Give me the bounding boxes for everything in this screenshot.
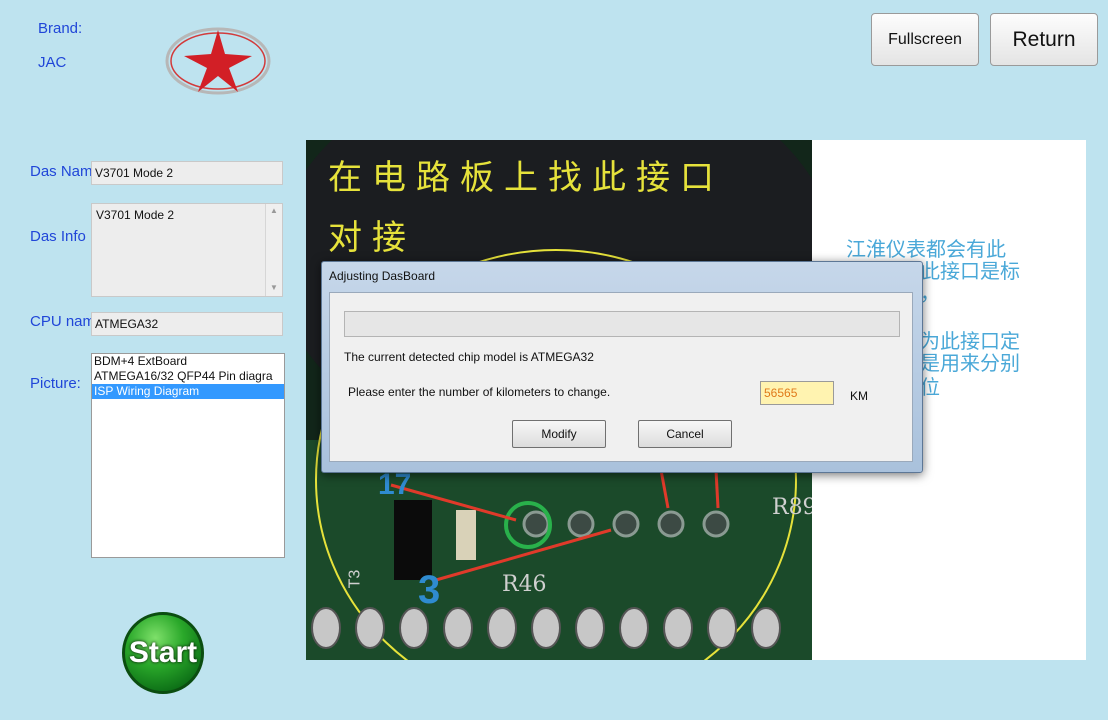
cpu-name-label: CPU nam	[30, 313, 96, 330]
pin-label-r89: R89	[772, 495, 812, 520]
das-info-text: V3701 Mode 2	[96, 208, 175, 222]
start-button[interactable]: Start	[122, 612, 204, 694]
picture-list-item[interactable]: BDM+4 ExtBoard	[92, 354, 284, 369]
fullscreen-button[interactable]: Fullscreen	[871, 13, 979, 66]
pin-label-r46: R46	[502, 572, 547, 597]
jac-logo-icon	[165, 27, 271, 95]
brand-name: JAC	[38, 54, 67, 71]
cpu-name-field[interactable]: ATMEGA32	[91, 312, 283, 336]
modify-button[interactable]: Modify	[512, 420, 606, 448]
scroll-down-icon[interactable]: ▼	[266, 283, 282, 292]
return-button[interactable]: Return	[990, 13, 1098, 66]
pin-label-t3: T3	[346, 569, 364, 589]
km-prompt-text: Please enter the number of kilometers to…	[348, 385, 611, 399]
das-info-textarea[interactable]: V3701 Mode 2 ▲ ▼	[91, 203, 283, 297]
das-info-scrollbar[interactable]: ▲ ▼	[265, 204, 282, 296]
picture-list[interactable]: BDM+4 ExtBoard ATMEGA16/32 QFP44 Pin dia…	[91, 353, 285, 558]
side-note-line: 江淮仪表都会有此	[846, 237, 1006, 261]
side-note-line: 为此接口定	[920, 329, 1020, 353]
picture-list-item-selected[interactable]: ISP Wiring Diagram	[92, 384, 284, 399]
scroll-up-icon[interactable]: ▲	[266, 206, 282, 215]
pin-number-3: 3	[418, 568, 441, 612]
side-note-line: 是用来分别	[920, 351, 1020, 375]
side-note-line: ，	[920, 281, 940, 305]
km-input[interactable]: 56565	[760, 381, 834, 405]
das-name-label: Das Nam	[30, 163, 93, 180]
side-note-line: 此接口是标	[920, 259, 1020, 283]
das-name-field[interactable]: V3701 Mode 2	[91, 161, 283, 185]
picture-label: Picture:	[30, 375, 81, 392]
side-note-line: 位	[920, 375, 940, 399]
picture-list-item[interactable]: ATMEGA16/32 QFP44 Pin diagra	[92, 369, 284, 384]
progress-bar	[344, 311, 900, 337]
cancel-button[interactable]: Cancel	[638, 420, 732, 448]
das-info-label: Das Info	[30, 228, 86, 245]
photo-caption-line2: 对接	[328, 218, 416, 258]
km-unit-label: KM	[850, 389, 868, 403]
photo-caption-line1: 在电路板上找此接口	[328, 158, 724, 198]
detected-chip-text: The current detected chip model is ATMEG…	[344, 350, 594, 364]
dialog-title: Adjusting DasBoard	[329, 269, 436, 283]
pin-number-17: 17	[378, 468, 412, 501]
brand-label: Brand:	[38, 20, 83, 37]
dialog-body: The current detected chip model is ATMEG…	[329, 292, 913, 462]
adjust-dialog: Adjusting DasBoard The current detected …	[321, 261, 923, 473]
